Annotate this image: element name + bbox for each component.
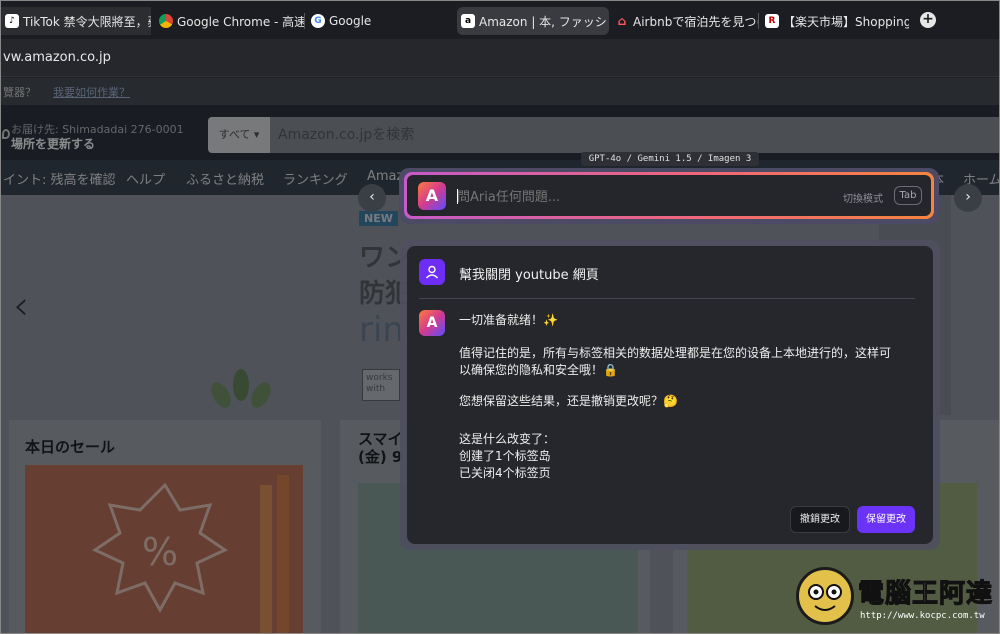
tab-bar: ♪ TikTok 禁令大限將至，蘋果 Google Chrome - 高速か G… <box>1 1 999 39</box>
model-badge: GPT-4o / Gemini 1.5 / Imagen 3 <box>581 152 759 166</box>
rakuten-favicon-icon: R <box>765 14 779 28</box>
keep-changes-button[interactable]: 保留更改 <box>857 506 915 533</box>
carousel-prev-button[interactable]: ‹ <box>358 184 386 212</box>
carousel-next-button[interactable]: › <box>954 184 982 212</box>
message-divider <box>419 298 915 299</box>
tab-google[interactable]: G Google <box>307 7 453 35</box>
bot-message-line: 以确保您的隐私和安全哦！🔒 <box>459 363 618 377</box>
tab-title: TikTok 禁令大限將至，蘋果 <box>23 14 151 29</box>
tab-title: Google Chrome - 高速か <box>177 14 305 29</box>
tab-separator <box>304 13 305 29</box>
amazon-favicon-icon: a <box>461 14 475 28</box>
bot-message-line: 已关闭4个标签页 <box>459 466 551 480</box>
bot-message-line: 创建了1个标签岛 <box>459 449 551 463</box>
watermark-text: 電腦王阿達 <box>857 579 994 610</box>
tab-key-hint[interactable]: Tab <box>894 186 922 205</box>
chrome-favicon-icon <box>159 14 173 28</box>
tab-title: Amazon | 本, ファッショ <box>479 14 609 29</box>
aria-bot-avatar-icon: A <box>419 310 445 336</box>
bot-message-line: 一切准备就绪！✨ <box>459 313 558 327</box>
bot-message-line: 您想保留这些结果，还是撤销更改呢？🤔 <box>459 394 678 408</box>
tab-separator <box>758 13 759 29</box>
user-message: 幫我關閉 youtube 網頁 <box>459 268 599 283</box>
aria-prompt-input[interactable] <box>457 187 757 207</box>
mascot-face-icon <box>796 567 854 625</box>
bot-message-line: 这是什么改变了： <box>459 432 556 446</box>
tab-rakuten[interactable]: R 【楽天市場】Shopping is <box>761 7 909 35</box>
aria-logo-icon: A <box>418 182 446 210</box>
tab-tiktok[interactable]: ♪ TikTok 禁令大限將至，蘋果 <box>1 7 151 35</box>
airbnb-favicon-icon: ⌂ <box>617 14 627 28</box>
address-bar[interactable]: vw.amazon.co.jp <box>1 39 999 77</box>
tab-chrome[interactable]: Google Chrome - 高速か <box>155 7 305 35</box>
switch-mode-label[interactable]: 切換模式 <box>843 190 883 205</box>
tab-amazon[interactable]: a Amazon | 本, ファッショ <box>457 7 609 35</box>
tab-airbnb[interactable]: ⌂ Airbnbで宿泊先を見つけ <box>611 7 759 35</box>
tab-title: Airbnbで宿泊先を見つけ <box>633 14 759 29</box>
tab-title: 【楽天市場】Shopping is <box>783 14 909 29</box>
url-text[interactable]: vw.amazon.co.jp <box>3 50 111 65</box>
new-tab-button[interactable]: + <box>920 12 936 28</box>
undo-changes-button[interactable]: 撤銷更改 <box>790 506 850 533</box>
screen: ♪ TikTok 禁令大限將至，蘋果 Google Chrome - 高速か G… <box>0 0 1000 634</box>
watermark: 電腦王阿達 http://www.kocpc.com.tw <box>796 567 996 629</box>
watermark-url: http://www.kocpc.com.tw <box>860 611 985 621</box>
text-cursor <box>457 189 458 204</box>
user-avatar-icon <box>419 259 445 285</box>
tab-title: Google <box>329 14 372 28</box>
google-favicon-icon: G <box>311 14 325 28</box>
bot-message-line: 值得记住的是，所有与标签相关的数据处理都是在您的设备上本地进行的，这样可 <box>459 346 892 360</box>
tiktok-favicon-icon: ♪ <box>5 14 19 28</box>
